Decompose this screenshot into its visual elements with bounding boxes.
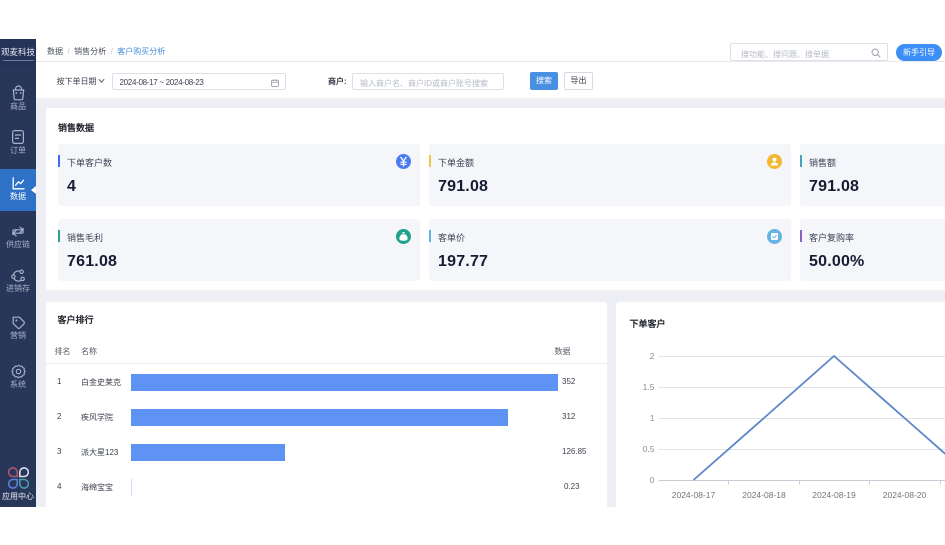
svg-text:2024-08-19: 2024-08-19: [812, 490, 856, 500]
svg-text:0.5: 0.5: [642, 444, 654, 454]
svg-text:2: 2: [649, 351, 654, 361]
svg-text:2024-08-17: 2024-08-17: [671, 490, 715, 500]
svg-text:1: 1: [649, 413, 654, 423]
svg-text:1.5: 1.5: [642, 382, 654, 392]
svg-text:0: 0: [649, 475, 654, 485]
svg-text:2024-08-18: 2024-08-18: [742, 490, 786, 500]
svg-text:2024-08-20: 2024-08-20: [882, 490, 926, 500]
